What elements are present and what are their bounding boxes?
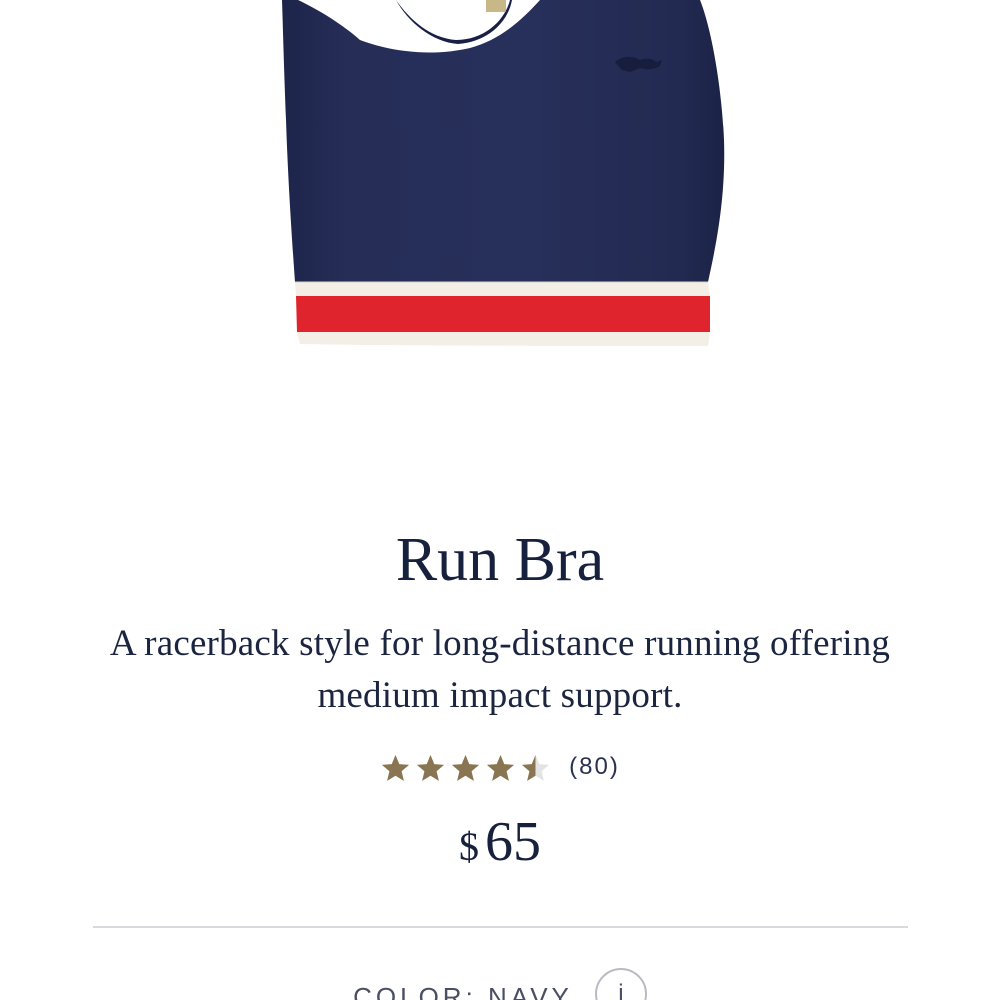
info-icon[interactable]: i	[594, 968, 647, 1000]
star-rating	[380, 753, 551, 784]
price-amount: 65	[485, 811, 541, 873]
rating-summary[interactable]: (80)	[0, 748, 1000, 788]
section-divider	[93, 926, 908, 928]
product-image[interactable]	[0, 0, 1000, 480]
star-icon	[487, 754, 515, 781]
review-count[interactable]: (80)	[569, 753, 620, 781]
color-selector-header: COLOR: NAVY i	[0, 968, 1000, 1000]
star-icon	[452, 754, 480, 781]
sports-bra-illustration	[282, 0, 725, 346]
price-currency: $	[459, 824, 479, 869]
star-icon	[382, 754, 410, 781]
product-description: A racerback style for long-distance runn…	[109, 623, 891, 716]
star-icon	[522, 754, 550, 781]
color-label: COLOR: NAVY	[353, 982, 573, 1000]
star-icon	[417, 754, 445, 781]
product-price: $ 65	[0, 810, 1000, 880]
product-title: Run Bra	[395, 526, 605, 594]
